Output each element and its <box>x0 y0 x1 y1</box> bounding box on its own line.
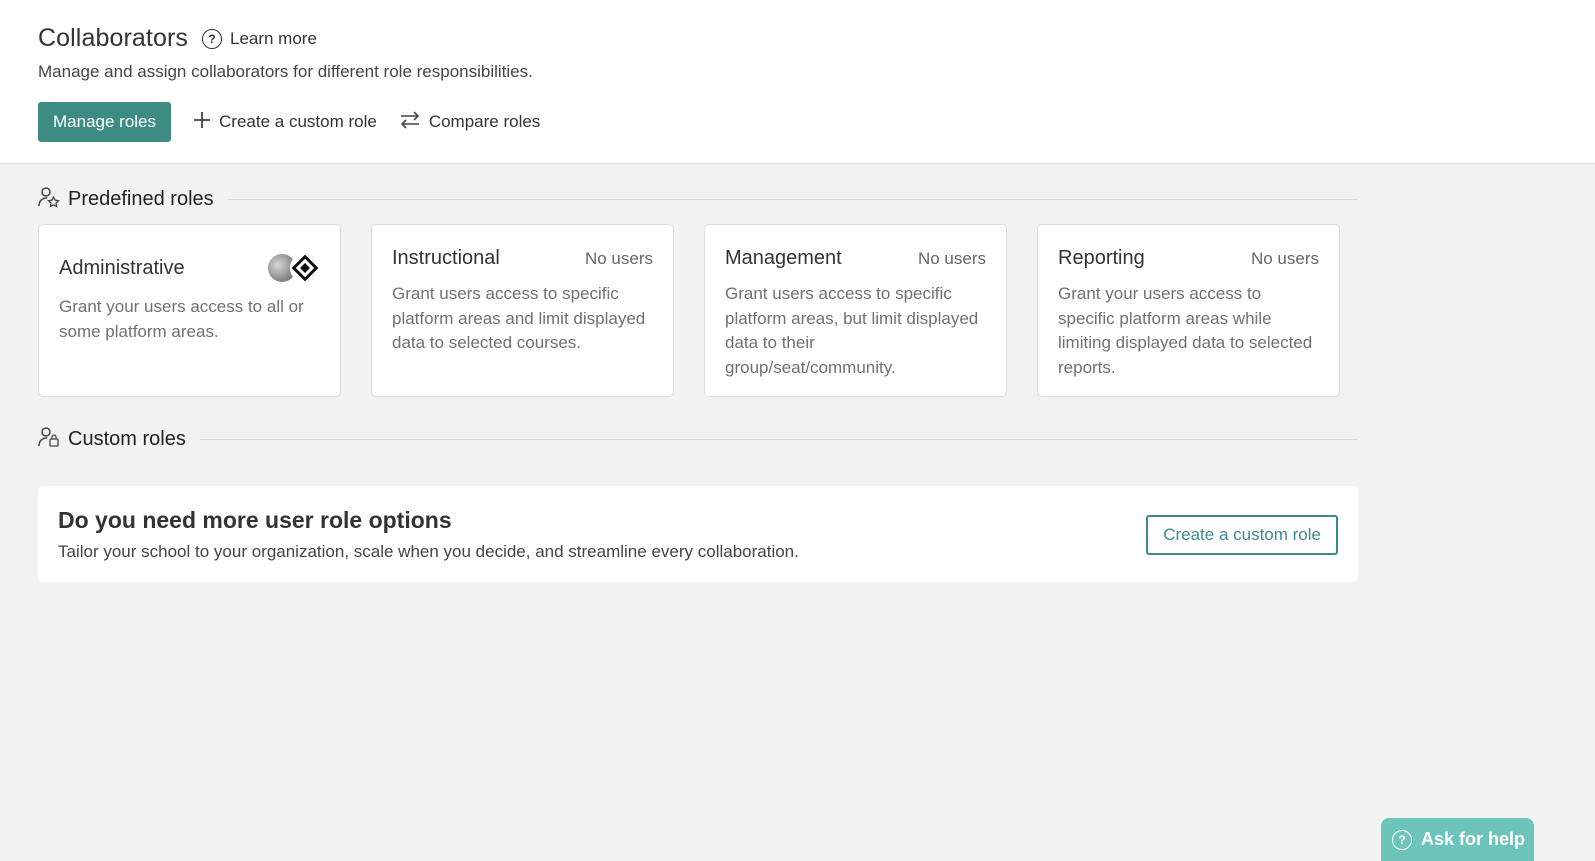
ask-for-help-button[interactable]: ? Ask for help <box>1381 818 1534 861</box>
predefined-roles-header: Predefined roles <box>38 186 1358 213</box>
ask-for-help-label: Ask for help <box>1421 829 1526 849</box>
plus-icon <box>193 111 211 133</box>
role-card-description: Grant your users access to all or some p… <box>59 297 304 341</box>
role-card-user-count: No users <box>1250 248 1319 268</box>
role-card-name: Instructional <box>392 247 500 269</box>
role-card-user-count: No users <box>917 248 986 268</box>
role-card-instructional[interactable]: Instructional No users Grant users acces… <box>371 224 674 397</box>
custom-roles-title: Custom roles <box>68 428 186 450</box>
role-card-reporting[interactable]: Reporting No users Grant your users acce… <box>1037 224 1340 397</box>
role-card-description: Grant users access to specific platform … <box>725 284 979 377</box>
role-card-administrative[interactable]: Administrative Grant your users access t… <box>38 224 341 397</box>
page-title: Collaborators <box>38 24 188 52</box>
create-custom-role-button[interactable]: Create a custom role <box>1146 515 1338 555</box>
section-divider <box>227 199 1358 200</box>
title-row: Collaborators ? Learn more <box>38 24 317 53</box>
predefined-roles-title: Predefined roles <box>68 188 214 210</box>
role-card-name: Reporting <box>1058 247 1145 269</box>
predefined-roles-cards: Administrative Grant your users access t… <box>38 224 1340 397</box>
assigned-users-avatars <box>268 253 320 283</box>
create-custom-role-link[interactable]: Create a custom role <box>193 111 377 133</box>
compare-roles-link[interactable]: Compare roles <box>399 110 541 134</box>
avatar-logo-icon <box>290 253 320 283</box>
compare-roles-label: Compare roles <box>428 112 541 131</box>
learn-more-label: Learn more <box>229 28 317 48</box>
role-card-name: Administrative <box>59 256 185 279</box>
custom-roles-header: Custom roles <box>38 426 1358 453</box>
page-header: Collaborators ? Learn more Manage and as… <box>0 0 1595 164</box>
role-card-name: Management <box>725 247 842 269</box>
user-edit-icon <box>38 426 60 453</box>
help-circle-icon: ? <box>1392 829 1412 850</box>
role-card-user-count: No users <box>584 248 653 268</box>
section-divider <box>199 439 1358 440</box>
role-card-description: Grant your users access to specific plat… <box>1058 284 1313 377</box>
promo-description: Tailor your school to your organization,… <box>58 542 799 561</box>
swap-arrows-icon <box>399 110 421 134</box>
role-card-management[interactable]: Management No users Grant users access t… <box>704 224 1007 397</box>
manage-roles-button[interactable]: Manage roles <box>38 102 172 142</box>
role-card-description: Grant users access to specific platform … <box>392 284 646 352</box>
user-star-icon <box>38 186 60 213</box>
create-custom-role-label: Create a custom role <box>219 112 377 131</box>
header-actions: Manage roles Create a custom role Compar… <box>38 102 540 142</box>
page-subtitle: Manage and assign collaborators for diff… <box>38 62 533 81</box>
help-circle-icon: ? <box>201 28 222 49</box>
learn-more-link[interactable]: ? Learn more <box>201 28 317 49</box>
promo-title: Do you need more user role options <box>58 507 452 533</box>
custom-role-promo: Do you need more user role options Tailo… <box>38 486 1358 582</box>
